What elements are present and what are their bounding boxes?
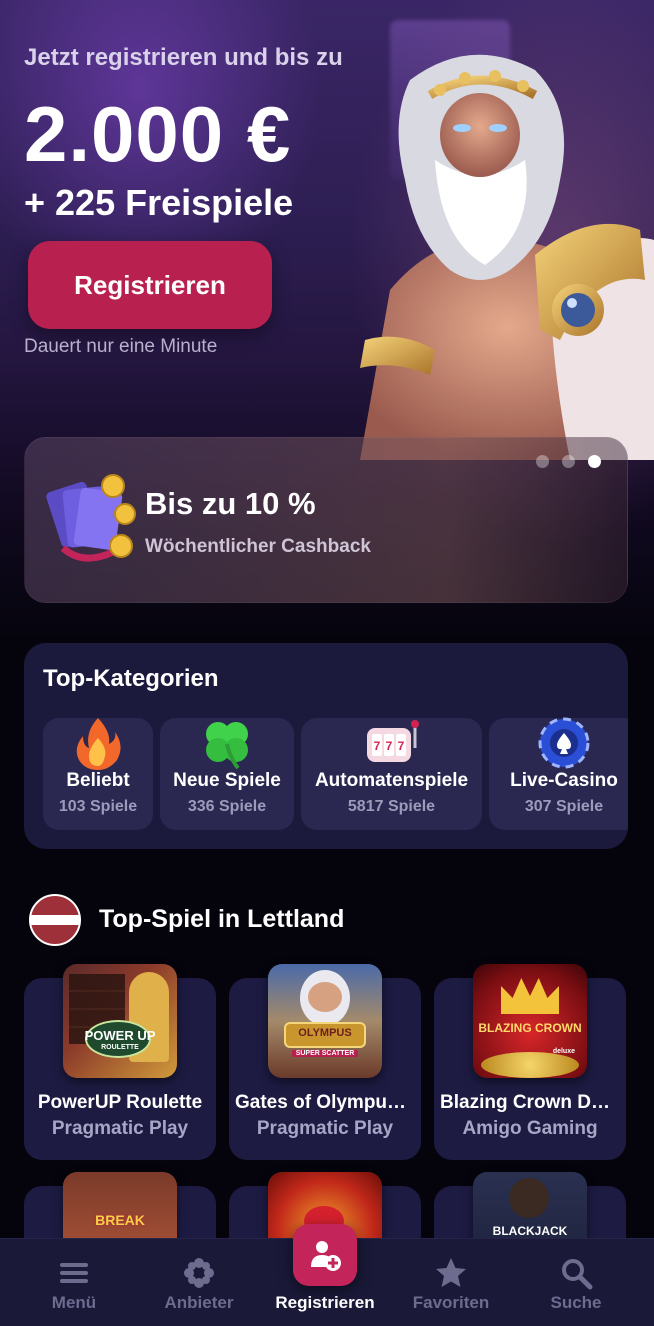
nav-label: Suche [550,1293,602,1312]
section-title: Top-Kategorien [43,665,219,692]
nav-label: Registrieren [275,1293,375,1312]
game-provider: Pragmatic Play [256,1118,394,1139]
cashback-promo-card[interactable]: Bis zu 10 % Wöchentlicher Cashback [24,437,628,603]
carousel-dot[interactable] [536,455,549,468]
svg-text:7: 7 [385,739,392,753]
slot-machine-icon: 7 7 7 [366,720,419,762]
thumb-text: BLAZING CROWN [478,1021,582,1035]
star-icon [436,1258,466,1287]
search-icon [562,1259,593,1290]
latvia-flag-icon [29,894,81,946]
nav-menu[interactable]: Menü [14,1239,134,1326]
category-name: Live-Casino [510,770,618,791]
game-thumbnail: POWER UP ROULETTE [63,964,177,1078]
cashback-cards-icon [46,474,136,562]
thumb-subtext: SUPER SCATTER [292,1050,358,1057]
menu-icon [60,1263,88,1283]
category-slots[interactable]: 7 7 7 Automatenspiele 5817 Spiele [301,718,482,830]
hero-free-spins: + 225 Freispiele [24,182,294,223]
nav-label: Favoriten [412,1293,490,1312]
game-provider: Pragmatic Play [51,1118,189,1139]
carousel-dot-active[interactable] [588,455,601,468]
category-name: Automatenspiele [314,770,469,791]
svg-text:7: 7 [397,739,404,753]
hero-bonus-amount: 2.000 € [24,90,292,178]
thumb-subtext: ROULETTE [101,1044,139,1051]
nav-label: Menü [51,1293,97,1312]
nav-providers[interactable]: Anbieter [139,1239,259,1326]
category-live-casino[interactable]: Live-Casino 307 Spiele [489,717,628,830]
section-title: Top-Spiel in Lettland [99,905,345,933]
zeus-illustration [360,54,654,460]
category-name: Beliebt [66,770,130,791]
game-provider: Amigo Gaming [462,1118,598,1139]
game-thumbnail: OLYMPUS SUPER SCATTER [268,964,382,1078]
top-categories-section: Top-Kategorien Beliebt 103 Spiele Neue S… [24,643,628,849]
game-name: PowerUP Roulette [37,1092,203,1113]
game-card[interactable]: OLYMPUS SUPER SCATTER Gates of Olympus S… [229,964,421,1160]
thumb-subtext: deluxe [552,1048,575,1055]
carousel-dots [536,455,601,468]
nav-favorites[interactable]: Favoriten [391,1239,511,1326]
game-card[interactable]: BLAZING CROWN deluxe Blazing Crown Delux… [434,964,626,1160]
promo-subtitle: Wöchentlicher Cashback [145,536,371,557]
register-button[interactable]: Registrieren [28,241,272,329]
category-count: 5817 Spiele [347,798,436,815]
game-name: Gates of Olympus Super Scatter [235,1092,415,1113]
nav-register-button[interactable] [293,1224,357,1286]
nav-label: Anbieter [164,1293,234,1312]
add-user-icon [311,1241,341,1271]
thumb-text: BLACKJACK [492,1224,568,1238]
category-name: Neue Spiele [173,770,281,791]
svg-text:7: 7 [373,739,380,753]
thumb-text: POWER UP [84,1028,156,1043]
poker-chip-icon [538,717,590,769]
category-count: 103 Spiele [58,798,138,815]
hero-note: Dauert nur eine Minute [24,336,218,357]
thumb-text: OLYMPUS [298,1027,352,1039]
category-popular[interactable]: Beliebt 103 Spiele [43,718,153,830]
promo-title: Bis zu 10 % [145,486,316,521]
hero-title: Jetzt registrieren und bis zu [24,44,343,71]
flame-icon [76,718,121,770]
clover-icon [206,722,248,770]
thumb-text: BREAK [95,1212,145,1228]
category-count: 307 Spiele [524,798,604,815]
game-card[interactable]: POWER UP ROULETTE PowerUP Roulette Pragm… [24,964,216,1160]
carousel-dot[interactable] [562,455,575,468]
game-name: Blazing Crown Deluxe [440,1092,620,1113]
category-new-games[interactable]: Neue Spiele 336 Spiele [160,718,294,830]
providers-icon [184,1258,214,1288]
category-count: 336 Spiele [187,798,267,815]
game-thumbnail: BLAZING CROWN deluxe [473,964,587,1078]
nav-search[interactable]: Suche [516,1239,636,1326]
